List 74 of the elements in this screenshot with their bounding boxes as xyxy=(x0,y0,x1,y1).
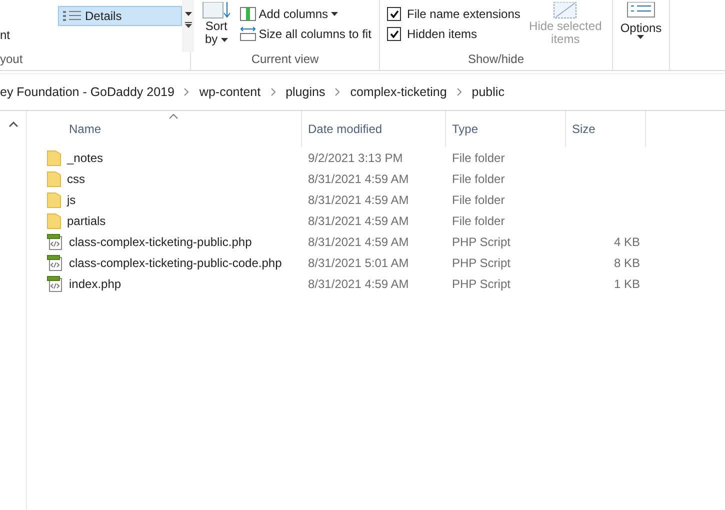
script-file-icon xyxy=(47,254,63,270)
group-label: Current view xyxy=(250,52,320,68)
file-name-cell[interactable]: class-complex-ticketing-public-code.php xyxy=(27,252,302,273)
file-name: class-complex-ticketing-public-code.php xyxy=(69,256,282,270)
date-cell-text: 9/2/2021 3:13 PM xyxy=(307,150,404,166)
script-file-icon xyxy=(47,276,63,292)
type-cell-text: File folder xyxy=(451,212,506,230)
checkbox[interactable] xyxy=(387,27,401,41)
sort-by-button[interactable]: Sort by xyxy=(201,20,232,46)
date-cell-text: 8/31/2021 4:59 AM xyxy=(307,212,410,230)
file-name: index.php xyxy=(69,276,122,290)
folder-icon xyxy=(47,170,61,186)
column-header[interactable]: Date modified xyxy=(302,111,446,147)
chevron-icon xyxy=(270,88,276,96)
date-cell-text: 8/31/2021 5:01 AM xyxy=(307,254,410,272)
details-view-icon xyxy=(63,11,82,21)
scroll-down-icon xyxy=(184,12,192,16)
size-cell-text: 4 KB xyxy=(612,234,641,250)
caret-icon xyxy=(637,35,644,39)
group-label: Show/hide xyxy=(466,52,526,68)
folder-icon xyxy=(47,192,61,208)
size-cell-text: 1 KB xyxy=(612,276,641,292)
chevron-icon xyxy=(184,88,190,96)
checkbox[interactable] xyxy=(387,7,401,21)
sort-icon xyxy=(202,2,230,20)
file-name: partials xyxy=(67,214,106,228)
date-cell-text: 8/31/2021 4:59 AM xyxy=(307,276,410,292)
type-cell-text: PHP Script xyxy=(451,234,512,250)
file-name-cell[interactable]: index.php xyxy=(27,273,302,294)
breadcrumb[interactable]: ey Foundation - GoDaddy 2019 xyxy=(0,85,174,99)
chevron-icon xyxy=(335,88,340,96)
expand-icon[interactable] xyxy=(184,22,192,28)
date-cell-text: 8/31/2021 4:59 AM xyxy=(307,234,410,250)
hide-items-icon xyxy=(553,2,578,20)
breadcrumb[interactable]: complex-ticketing xyxy=(350,85,447,99)
ribbon-label: nt xyxy=(0,28,10,44)
column-header[interactable]: Name xyxy=(27,111,302,147)
date-cell-text: 8/31/2021 4:59 AM xyxy=(307,170,410,188)
file-name: css xyxy=(67,172,85,186)
size-cell-text: 8 KB xyxy=(612,254,641,272)
file-name-cell[interactable]: _notes xyxy=(27,147,302,168)
file-name: js xyxy=(67,192,76,206)
type-cell-text: File folder xyxy=(451,192,506,208)
columns-icon xyxy=(240,7,256,21)
type-cell-text: File folder xyxy=(451,170,506,188)
size-columns-button[interactable]: Size all columns to fit xyxy=(240,27,372,41)
column-header[interactable]: Size xyxy=(566,111,646,147)
breadcrumb[interactable]: plugins xyxy=(286,85,326,99)
file-name-cell[interactable]: css xyxy=(27,168,302,189)
options-button[interactable]: Options xyxy=(616,22,666,39)
type-cell-text: PHP Script xyxy=(451,276,512,292)
checkbox-option[interactable]: Hidden items xyxy=(387,27,520,41)
breadcrumb[interactable]: public xyxy=(472,85,504,99)
file-name: _notes xyxy=(67,150,104,164)
type-cell-text: File folder xyxy=(451,150,506,166)
fit-columns-icon xyxy=(240,27,256,41)
scroll-up-icon[interactable] xyxy=(8,121,18,127)
chevron-icon xyxy=(456,88,462,96)
caret-icon xyxy=(220,38,228,42)
date-cell-text: 8/31/2021 4:59 AM xyxy=(307,192,410,208)
file-name-cell[interactable]: js xyxy=(27,189,302,210)
file-name-cell[interactable]: partials xyxy=(27,210,302,231)
group-label: yout xyxy=(0,52,24,68)
folder-icon xyxy=(47,212,61,228)
view-option[interactable]: Details xyxy=(58,6,182,26)
checkbox-option[interactable]: File name extensions xyxy=(387,7,520,21)
folder-icon xyxy=(47,150,61,166)
type-cell-text: PHP Script xyxy=(451,254,512,272)
file-name-cell[interactable]: class-complex-ticketing-public.php xyxy=(27,231,302,252)
add-columns-button[interactable]: Add columns xyxy=(240,7,372,21)
script-file-icon xyxy=(47,234,63,250)
column-header[interactable]: Type xyxy=(446,111,566,147)
breadcrumb[interactable]: wp-content xyxy=(199,85,261,99)
file-name: class-complex-ticketing-public.php xyxy=(69,234,252,248)
